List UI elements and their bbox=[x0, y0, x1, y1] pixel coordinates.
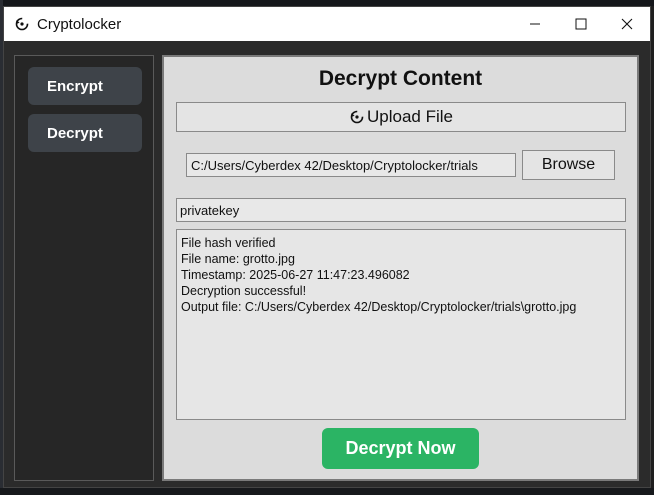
log-line: File hash verified bbox=[181, 236, 276, 250]
log-line: File name: grotto.jpg bbox=[181, 252, 295, 266]
sidebar-item-encrypt[interactable]: Encrypt bbox=[28, 67, 142, 105]
desktop-bottom-edge bbox=[0, 488, 654, 495]
upload-file-button[interactable]: Upload File bbox=[176, 102, 626, 132]
recycle-arrow-icon bbox=[14, 16, 30, 32]
upload-file-label: Upload File bbox=[367, 107, 453, 126]
close-button[interactable] bbox=[604, 7, 650, 41]
log-line: Timestamp: 2025-06-27 11:47:23.496082 bbox=[181, 268, 410, 282]
page-title: Decrypt Content bbox=[318, 67, 483, 90]
maximize-button[interactable] bbox=[558, 7, 604, 41]
app-window: Cryptolocker Encrypt Decrypt Decrypt Con… bbox=[3, 6, 651, 488]
decrypt-now-button[interactable]: Decrypt Now bbox=[322, 428, 479, 469]
title-bar[interactable]: Cryptolocker bbox=[4, 7, 650, 41]
log-line: Output file: C:/Users/Cyberdex 42/Deskto… bbox=[181, 300, 577, 314]
private-key-field[interactable]: privatekey bbox=[176, 198, 626, 222]
window-title: Cryptolocker bbox=[37, 15, 122, 33]
maximize-icon bbox=[575, 18, 587, 30]
file-path-field[interactable]: C:/Users/Cyberdex 42/Desktop/Cryptolocke… bbox=[186, 153, 516, 177]
output-log[interactable]: File hash verified File name: grotto.jpg… bbox=[176, 229, 626, 420]
minimize-button[interactable] bbox=[512, 7, 558, 41]
log-line: Decryption successful! bbox=[181, 284, 307, 298]
browse-button[interactable]: Browse bbox=[522, 150, 615, 180]
minimize-icon bbox=[530, 23, 540, 25]
sidebar: Encrypt Decrypt bbox=[14, 55, 154, 481]
decrypt-panel: Decrypt Content Upload File C:/Users/Cyb… bbox=[162, 55, 639, 481]
close-icon bbox=[621, 18, 633, 30]
sidebar-item-decrypt[interactable]: Decrypt bbox=[28, 114, 142, 152]
window-controls bbox=[512, 7, 650, 41]
recycle-arrow-icon bbox=[349, 109, 365, 125]
